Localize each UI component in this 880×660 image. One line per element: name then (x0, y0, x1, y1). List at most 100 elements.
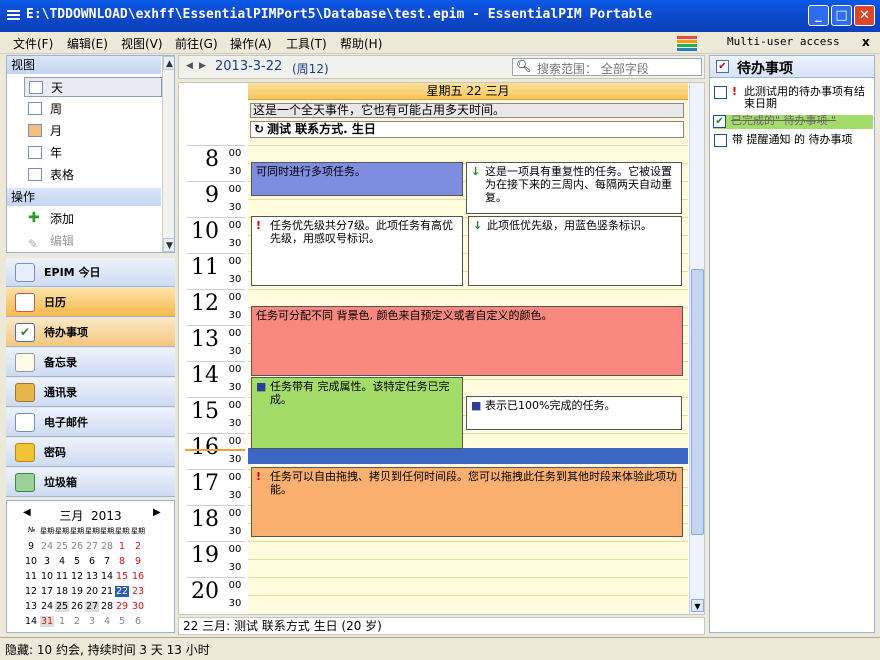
mini-calendar-day[interactable]: 3 (85, 616, 99, 627)
action-add[interactable]: ✚ 添加 (24, 209, 162, 229)
mini-calendar-day[interactable]: 25 (55, 601, 69, 612)
menu-help[interactable]: 帮助(H) (340, 35, 382, 52)
module-epim-today[interactable]: EPIM 今日 (6, 258, 175, 287)
menu-tools[interactable]: 工具(T) (286, 35, 327, 52)
calendar-event[interactable]: ! 任务优先级共分7级。此项任务有高优先级，用感叹号标识。 (251, 216, 463, 286)
day-view-scrollbar[interactable]: ▼ (689, 83, 704, 614)
mini-calendar-year[interactable]: 2013 (91, 509, 122, 523)
module-calendar[interactable]: 日历 (6, 288, 175, 317)
mini-calendar-day[interactable]: 23 (131, 586, 145, 597)
mini-calendar-day[interactable]: 2 (70, 616, 84, 627)
mini-calendar-day[interactable]: 30 (131, 601, 145, 612)
search-input[interactable]: 搜索范围： 全部字段 (537, 60, 649, 77)
mini-calendar-day[interactable]: 10 (40, 571, 54, 582)
view-month[interactable]: 月 (24, 121, 162, 141)
todo-item-1[interactable]: ! 此测试用的待办事项有结束日期 (714, 86, 872, 110)
mini-calendar-day[interactable]: 24 (40, 601, 54, 612)
mini-calendar-month[interactable]: 三月 (59, 509, 83, 523)
maximize-button[interactable]: □ (831, 5, 852, 26)
mini-calendar-day[interactable]: 1 (115, 541, 129, 552)
mini-calendar-day[interactable]: 19 (70, 586, 84, 597)
multi-user-label[interactable]: Multi-user access (727, 35, 840, 48)
search-box[interactable]: 🔍︎ 搜索范围： 全部字段 (512, 58, 702, 76)
mini-calendar-day[interactable]: 5 (115, 616, 129, 627)
calendar-event[interactable]: ! 任务可以自由拖拽、拷贝到任何时间段。您可以拖拽此任务到其他时段来体验此项功能。 (251, 467, 683, 537)
menu-edit[interactable]: 编辑(E) (67, 35, 108, 52)
todo-checkbox-1[interactable] (714, 86, 727, 99)
module-todo[interactable]: ✔ 待办事项 (6, 318, 175, 347)
mini-calendar-day[interactable]: 25 (55, 541, 69, 552)
todo-item-3[interactable]: 带 提醒通知 的 待办事项 (714, 134, 872, 147)
mini-calendar-day[interactable]: 27 (85, 541, 99, 552)
all-day-event-1[interactable]: 这是一个全天事件，它也有可能占用多天时间。 (250, 103, 684, 118)
mini-calendar-day[interactable]: 28 (100, 601, 114, 612)
action-edit[interactable]: ✎ 编辑 (24, 231, 162, 251)
module-email[interactable]: 电子邮件 (6, 408, 175, 437)
menu-action[interactable]: 操作(A) (230, 35, 272, 52)
mini-calendar-day[interactable]: 15 (115, 571, 129, 582)
mini-calendar-day[interactable]: 26 (70, 541, 84, 552)
mini-calendar-day[interactable]: 28 (100, 541, 114, 552)
calendar-event[interactable]: ↓ 此项低优先级，用蓝色竖条标识。 (468, 216, 682, 286)
left-panel-scrollbar[interactable]: ▲ ▼ (162, 56, 174, 252)
time-slot[interactable] (248, 559, 688, 577)
mini-calendar-day[interactable]: 1 (55, 616, 69, 627)
todo-item-2[interactable]: ✔ 已完成的" 待办事项 " (713, 115, 873, 129)
module-passwords[interactable]: 密码 (6, 438, 175, 467)
minimize-button[interactable]: _ (808, 5, 829, 26)
mini-calendar-day[interactable]: 3 (40, 556, 54, 567)
menu-view[interactable]: 视图(V) (121, 35, 163, 52)
scroll-down-icon[interactable]: ▼ (691, 599, 704, 612)
mini-calendar-day[interactable]: 27 (85, 601, 99, 612)
calendar-event[interactable]: 任务可分配不同 背景色, 颜色来自预定义或者自定义的颜色。 (251, 306, 683, 376)
mini-calendar-day[interactable]: 14 (100, 571, 114, 582)
view-week[interactable]: 周 (24, 99, 162, 119)
actions-section-header[interactable]: 操作 (7, 188, 161, 206)
scroll-up-arrow-icon[interactable]: ▲ (163, 56, 174, 70)
calendar-event[interactable]: ↓ 这是一项具有重复性的任务。它被设置为在接下来的三周内、每隔两天自动重复。 (466, 162, 682, 214)
prev-day-arrow-icon[interactable]: ◀ (186, 61, 193, 71)
mini-calendar-day[interactable]: 11 (55, 571, 69, 582)
mini-calendar-day[interactable]: 26 (70, 601, 84, 612)
mini-calendar-day[interactable]: 31 (40, 616, 54, 627)
view-table[interactable]: 表格 (24, 165, 162, 185)
view-year[interactable]: 年 (24, 143, 162, 163)
next-day-arrow-icon[interactable]: ▶ (199, 61, 206, 71)
module-contacts[interactable]: 通讯录 (6, 378, 175, 407)
mini-calendar-day[interactable]: 6 (131, 616, 145, 627)
mini-calendar-day[interactable]: 21 (100, 586, 114, 597)
all-day-event-2[interactable]: ↻ 测试 联系方式. 生日 (250, 121, 684, 138)
todo-checkbox-2[interactable]: ✔ (713, 115, 726, 128)
mini-calendar-day[interactable]: 4 (55, 556, 69, 567)
menu-file[interactable]: 文件(F) (13, 35, 53, 52)
mini-calendar-day[interactable]: 20 (85, 586, 99, 597)
calendar-event[interactable]: 可同时进行多项任务。 (251, 162, 463, 196)
time-slot[interactable] (248, 595, 688, 613)
time-slot[interactable] (248, 541, 688, 559)
mini-calendar-day[interactable]: 13 (85, 571, 99, 582)
mini-calendar-day[interactable]: 12 (70, 571, 84, 582)
mini-calendar-day[interactable]: 17 (40, 586, 54, 597)
time-slot[interactable] (248, 145, 688, 163)
mini-calendar-day[interactable]: 2 (131, 541, 145, 552)
mini-calendar-day[interactable]: 5 (70, 556, 84, 567)
mini-calendar-day[interactable]: 18 (55, 586, 69, 597)
module-trash[interactable]: 垃圾箱 (6, 468, 175, 497)
next-month-arrow-icon[interactable]: ▶ (153, 507, 161, 518)
scrollbar-thumb[interactable] (691, 269, 704, 535)
menu-goto[interactable]: 前往(G) (175, 35, 218, 52)
mini-calendar-day[interactable]: 4 (100, 616, 114, 627)
mini-calendar-day[interactable]: 9 (131, 556, 145, 567)
mini-calendar-day[interactable]: 8 (115, 556, 129, 567)
close-button[interactable]: ✕ (854, 5, 875, 26)
mini-calendar-day[interactable]: 22 (115, 586, 129, 597)
multi-user-close-button[interactable]: x (862, 35, 870, 49)
view-day[interactable]: 天 (24, 77, 162, 97)
todo-checkbox-3[interactable] (714, 134, 727, 147)
view-section-header[interactable]: 视图 (7, 56, 161, 74)
scroll-down-arrow-icon[interactable]: ▼ (163, 238, 174, 252)
calendar-event[interactable]: ■ 任务带有 完成属性。该特定任务已完成。 (251, 377, 463, 449)
time-slot[interactable] (248, 289, 688, 307)
time-slot[interactable] (248, 577, 688, 595)
mini-calendar-day[interactable]: 7 (100, 556, 114, 567)
